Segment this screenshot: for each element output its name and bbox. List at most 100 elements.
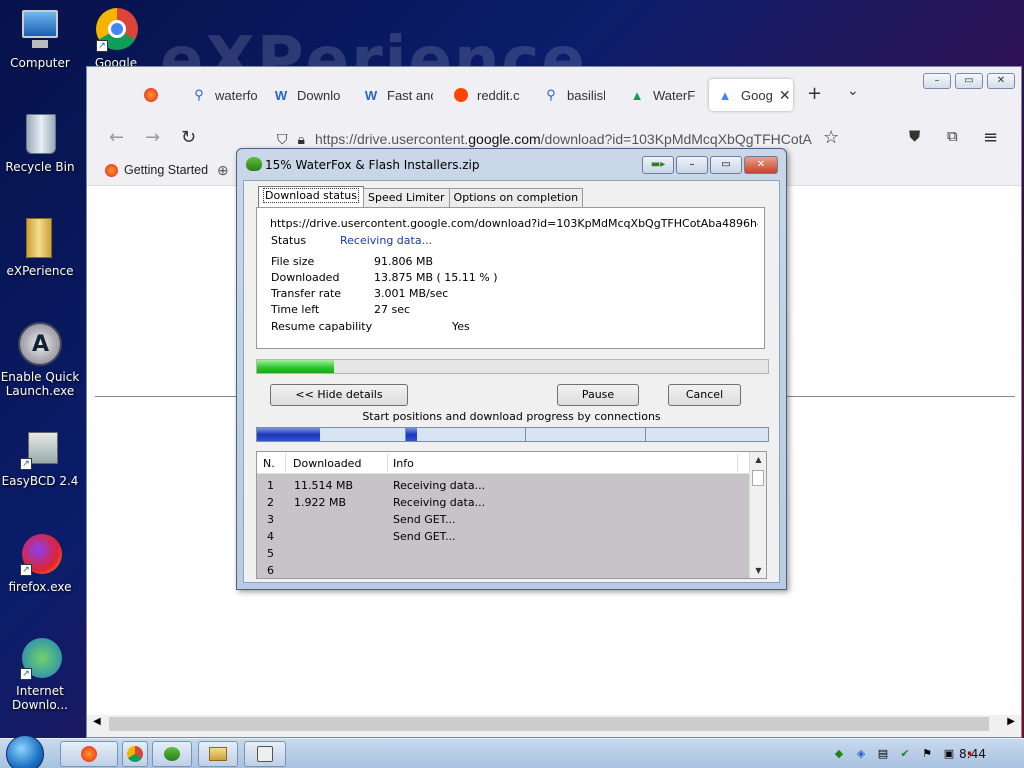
system-tray: ◆ ◈ ▤ ✔ ⚑ ▣ 🔈︎: [832, 739, 1024, 768]
folder-icon: [209, 747, 227, 761]
desktop-icon-firefox[interactable]: ↗ firefox.exe: [0, 532, 80, 594]
back-icon[interactable]: ←: [109, 127, 124, 148]
desktop-icon-recycle-bin[interactable]: Recycle Bin: [0, 112, 80, 174]
start-button[interactable]: [6, 735, 44, 768]
dialog-close-button[interactable]: ✕: [744, 156, 778, 174]
reload-icon[interactable]: ↻: [181, 127, 196, 148]
clock[interactable]: 8:44: [959, 747, 986, 761]
minimize-button[interactable]: –: [923, 73, 951, 89]
url-prefix: https://drive.usercontent.: [314, 131, 469, 147]
dialog-minimize-button[interactable]: –: [676, 156, 708, 174]
new-tab-button[interactable]: +: [807, 83, 822, 104]
column-header-downloaded[interactable]: Downloaded: [293, 457, 361, 470]
taskbar-idm[interactable]: [152, 741, 192, 767]
tab-speed-limiter[interactable]: Speed Limiter: [362, 188, 450, 207]
horizontal-scrollbar[interactable]: ◀ ▶: [87, 715, 1021, 733]
cancel-button[interactable]: Cancel: [668, 384, 741, 406]
table-row[interactable]: 2 1.922 MB Receiving data...: [257, 495, 750, 512]
close-button[interactable]: ✕: [987, 73, 1015, 89]
tab-waterfox-drive[interactable]: ▲ WaterFo: [629, 79, 695, 111]
menu-icon[interactable]: ≡: [983, 127, 998, 148]
desktop-icon-google[interactable]: ↗ Google: [76, 8, 156, 70]
dialog-title: 15% WaterFox & Flash Installers.zip: [265, 158, 480, 172]
table-row[interactable]: 4 Send GET...: [257, 529, 750, 546]
send-to-tray-button[interactable]: ▬▸: [642, 156, 674, 174]
url-domain: google.com: [468, 131, 541, 147]
taskbar-explorer[interactable]: [198, 741, 238, 767]
desktop-icon-label: firefox.exe: [8, 580, 72, 594]
pocket-icon[interactable]: ⛊: [909, 127, 920, 145]
connections-list[interactable]: N. Downloaded Info 1 11.514 MB Receiving…: [256, 451, 767, 579]
desktop-icon-label: Internet Downlo...: [12, 684, 68, 712]
tab-basilisk[interactable]: ⚲ basilisk: [543, 79, 605, 111]
tab-options-on-completion[interactable]: Options on completion: [448, 188, 584, 207]
row-n: 2: [267, 496, 274, 509]
security-tray-icon[interactable]: ✔: [898, 747, 912, 761]
tab-firefox[interactable]: [143, 79, 173, 111]
google-drive-icon: ▲: [718, 87, 732, 103]
column-header-n[interactable]: N.: [263, 457, 275, 470]
maximize-button[interactable]: ▭: [955, 73, 983, 89]
time-left-label: Time left: [271, 303, 320, 316]
monitor-tray-icon[interactable]: ▣: [942, 747, 956, 761]
close-tab-icon[interactable]: ✕: [779, 87, 791, 104]
app-icon: [257, 746, 273, 762]
file-size-value: 91.806 MB: [374, 255, 434, 268]
connections-scrollbar[interactable]: ▲ ▼: [749, 452, 766, 578]
lock-icon[interactable]: 🔒︎: [298, 131, 305, 148]
idm-tray-icon[interactable]: ◆: [832, 747, 846, 761]
bookmark-getting-started[interactable]: Getting Started: [105, 163, 208, 177]
transfer-rate-row: Transfer rate 3.001 MB/sec: [271, 287, 448, 300]
forward-icon[interactable]: →: [145, 127, 160, 148]
row-n: 5: [267, 547, 274, 560]
downloaded-label: Downloaded: [271, 271, 340, 284]
time-left-value: 27 sec: [374, 303, 411, 316]
scroll-right-icon[interactable]: ▶: [1007, 716, 1015, 727]
tab-label: Download status: [263, 188, 359, 203]
list-all-tabs-icon[interactable]: ⌄: [847, 83, 859, 99]
dialog-maximize-button[interactable]: ▭: [710, 156, 742, 174]
tab-download-status[interactable]: Download status: [258, 186, 364, 207]
tab-fast-and[interactable]: W Fast and: [363, 79, 433, 111]
download-progress-bar: [256, 359, 769, 374]
scrollbar-thumb[interactable]: [109, 717, 989, 731]
search-icon: ⚲: [546, 87, 556, 102]
desktop-icon-easybcd[interactable]: ↗ EasyBCD 2.4: [0, 426, 80, 488]
firefox-icon: [81, 746, 97, 762]
table-row[interactable]: 5: [257, 546, 750, 563]
desktop-icon-experience[interactable]: eXPerience: [0, 216, 80, 278]
table-row[interactable]: 3 Send GET...: [257, 512, 750, 529]
table-row[interactable]: 1 11.514 MB Receiving data...: [257, 478, 750, 495]
taskbar-chrome[interactable]: [122, 741, 148, 767]
tab-waterfox-search[interactable]: ⚲ waterfo: [191, 79, 261, 111]
row-downloaded: 11.514 MB: [294, 479, 354, 492]
flag-icon[interactable]: ⚑: [920, 747, 934, 761]
tracking-shield-icon[interactable]: ⛉: [277, 131, 288, 148]
scroll-up-icon[interactable]: ▲: [750, 455, 766, 464]
connection-2-segment: [406, 428, 526, 441]
scroll-down-icon[interactable]: ▼: [750, 566, 766, 575]
column-header-info[interactable]: Info: [393, 457, 414, 470]
hide-details-button[interactable]: << Hide details: [270, 384, 408, 406]
document-tray-icon[interactable]: ▤: [876, 747, 890, 761]
extensions-icon[interactable]: ⧉: [947, 127, 958, 145]
desktop-icon-internet-download-manager[interactable]: ↗ Internet Downlo...: [0, 636, 80, 712]
taskbar-app[interactable]: [244, 741, 286, 767]
tab-download[interactable]: W Downlo: [273, 79, 343, 111]
tab-reddit[interactable]: reddit.c: [453, 79, 523, 111]
globe-icon[interactable]: ⊕: [217, 162, 229, 179]
table-row[interactable]: 6: [257, 563, 750, 578]
connections-caption: Start positions and download progress by…: [362, 410, 661, 423]
url-suffix: /download?id=103KpMdMcqXbQgTFHCotA: [540, 131, 812, 147]
desktop-icon-computer[interactable]: Computer: [0, 8, 80, 70]
scroll-left-icon[interactable]: ◀: [93, 716, 101, 727]
downloaded-value: 13.875 MB ( 15.11 % ): [374, 271, 498, 284]
taskbar-firefox[interactable]: [60, 741, 118, 767]
desktop-icon-enable-quick-launch[interactable]: A Enable Quick Launch.exe: [0, 322, 80, 398]
row-n: 1: [267, 479, 274, 492]
bookmark-star-icon[interactable]: ☆: [823, 127, 839, 148]
tab-google-active[interactable]: ▲ Goog ✕: [709, 79, 793, 111]
scrollbar-thumb[interactable]: [752, 470, 764, 486]
network-tray-icon[interactable]: ◈: [854, 747, 868, 761]
pause-button[interactable]: Pause: [557, 384, 639, 406]
